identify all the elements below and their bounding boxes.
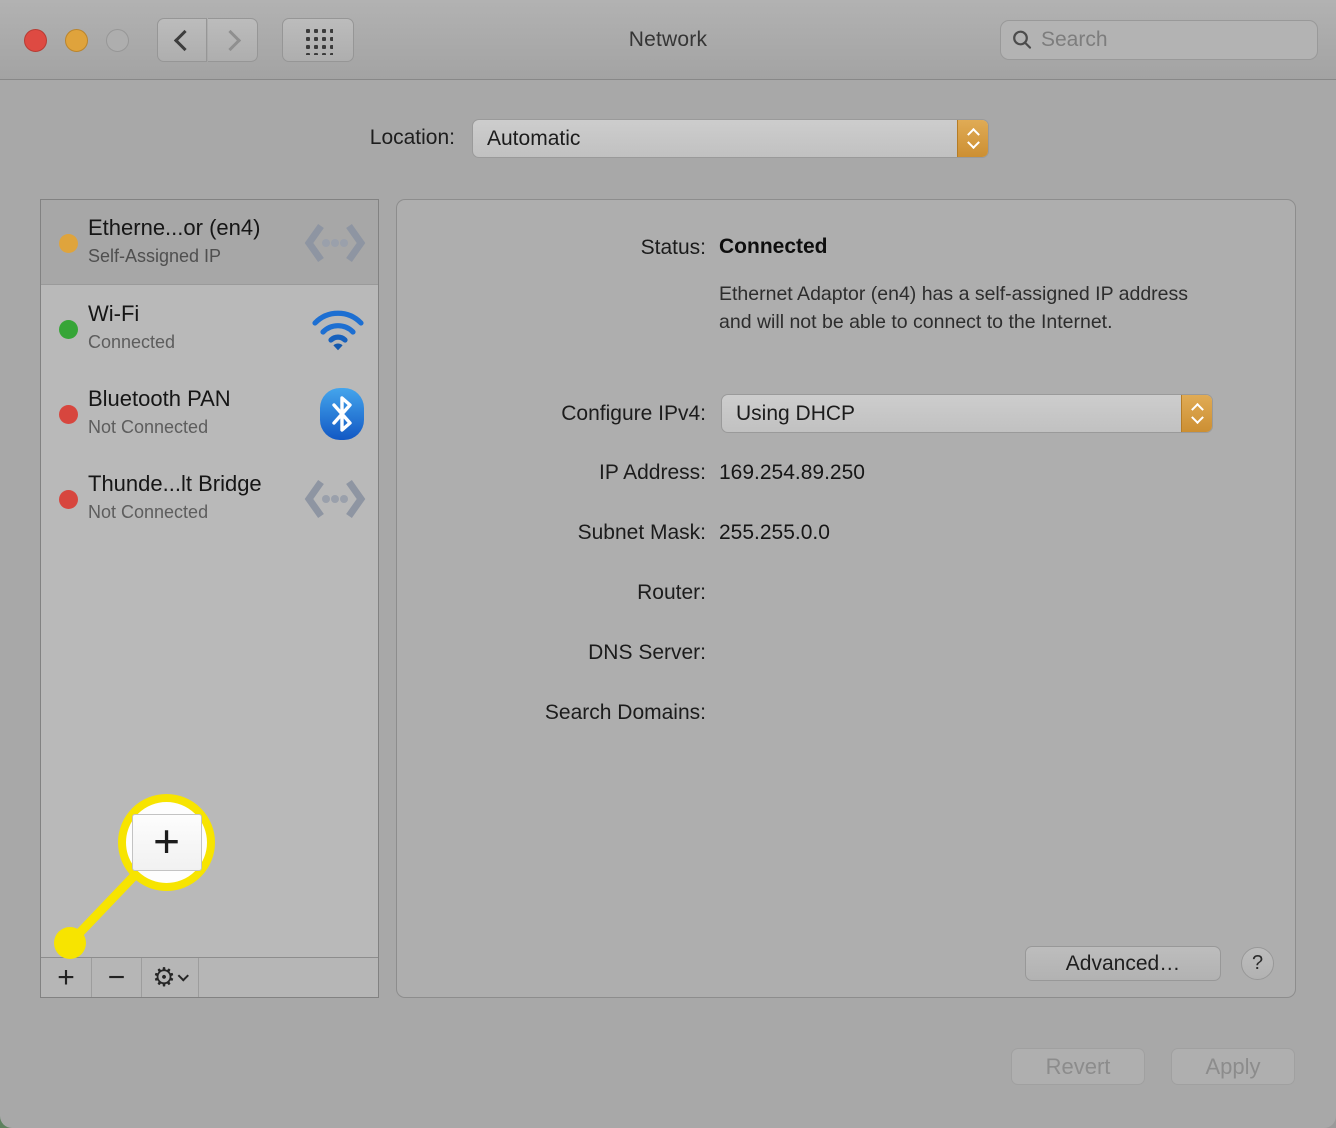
interface-actions-button[interactable]: ⚙ bbox=[142, 958, 199, 997]
ip-address-label: IP Address: bbox=[598, 461, 706, 484]
bluetooth-icon bbox=[318, 371, 366, 456]
help-button[interactable]: ? bbox=[1241, 947, 1274, 980]
interface-details-panel: Status: Connected Ethernet Adaptor (en4)… bbox=[396, 199, 1296, 998]
dns-server-label: DNS Server: bbox=[588, 641, 706, 664]
advanced-button[interactable]: Advanced… bbox=[1025, 946, 1221, 981]
apply-button[interactable]: Apply bbox=[1171, 1048, 1295, 1085]
interface-subtitle: Not Connected bbox=[88, 417, 209, 437]
interface-title: Wi-Fi bbox=[88, 301, 140, 326]
interface-subtitle: Connected bbox=[88, 332, 176, 352]
status-value: Connected bbox=[719, 235, 828, 258]
router-label: Router: bbox=[637, 581, 706, 604]
network-preferences-window: Network Location: Automatic Etherne...or… bbox=[0, 0, 1336, 1128]
search-input[interactable] bbox=[1041, 28, 1312, 52]
titlebar: Network bbox=[0, 0, 1336, 80]
interface-title: Thunde...lt Bridge bbox=[88, 471, 262, 496]
status-dot bbox=[59, 490, 78, 509]
status-dot bbox=[59, 320, 78, 339]
revert-button[interactable]: Revert bbox=[1011, 1048, 1145, 1085]
sidebar-item-thunderbolt-bridge[interactable]: Thunde...lt Bridge Not Connected bbox=[41, 456, 378, 541]
interface-subtitle: Self-Assigned IP bbox=[88, 246, 222, 266]
chevron-down-icon bbox=[177, 969, 189, 982]
ip-address-value: 169.254.89.250 bbox=[719, 461, 865, 484]
gear-icon: ⚙ bbox=[152, 962, 176, 993]
dropdown-stepper-icon bbox=[1181, 395, 1212, 432]
search-icon bbox=[1013, 30, 1032, 49]
configure-ipv4-label: Configure IPv4: bbox=[561, 402, 706, 425]
subnet-mask-label: Subnet Mask: bbox=[577, 521, 706, 544]
ethernet-icon bbox=[304, 456, 366, 541]
sidebar-item-wifi[interactable]: Wi-Fi Connected bbox=[41, 286, 378, 371]
status-description: Ethernet Adaptor (en4) has a self-assign… bbox=[719, 283, 1189, 333]
ethernet-icon bbox=[304, 200, 366, 285]
add-interface-button[interactable]: + bbox=[41, 958, 92, 997]
interface-subtitle: Not Connected bbox=[88, 502, 209, 522]
location-dropdown[interactable]: Automatic bbox=[472, 119, 989, 158]
interface-title: Bluetooth PAN bbox=[88, 386, 231, 411]
wifi-icon bbox=[310, 286, 366, 371]
interface-title: Etherne...or (en4) bbox=[88, 215, 261, 240]
search-domains-label: Search Domains: bbox=[544, 701, 706, 724]
sidebar-item-ethernet[interactable]: Etherne...or (en4) Self-Assigned IP bbox=[41, 200, 378, 285]
location-value: Automatic bbox=[487, 126, 581, 150]
interfaces-sidebar: Etherne...or (en4) Self-Assigned IP Wi-F… bbox=[40, 199, 379, 998]
sidebar-item-bluetooth-pan[interactable]: Bluetooth PAN Not Connected bbox=[41, 371, 378, 456]
location-label: Location: bbox=[369, 126, 455, 149]
configure-ipv4-dropdown[interactable]: Using DHCP bbox=[721, 394, 1213, 433]
status-dot bbox=[59, 405, 78, 424]
status-dot bbox=[59, 234, 78, 253]
remove-interface-button[interactable]: − bbox=[92, 958, 142, 997]
search-field[interactable] bbox=[1000, 20, 1318, 60]
sidebar-toolbar: + − ⚙ bbox=[41, 957, 378, 997]
subnet-mask-value: 255.255.0.0 bbox=[719, 521, 830, 544]
configure-ipv4-value: Using DHCP bbox=[736, 401, 856, 425]
status-label: Status: bbox=[640, 236, 706, 259]
dropdown-stepper-icon bbox=[957, 120, 988, 157]
